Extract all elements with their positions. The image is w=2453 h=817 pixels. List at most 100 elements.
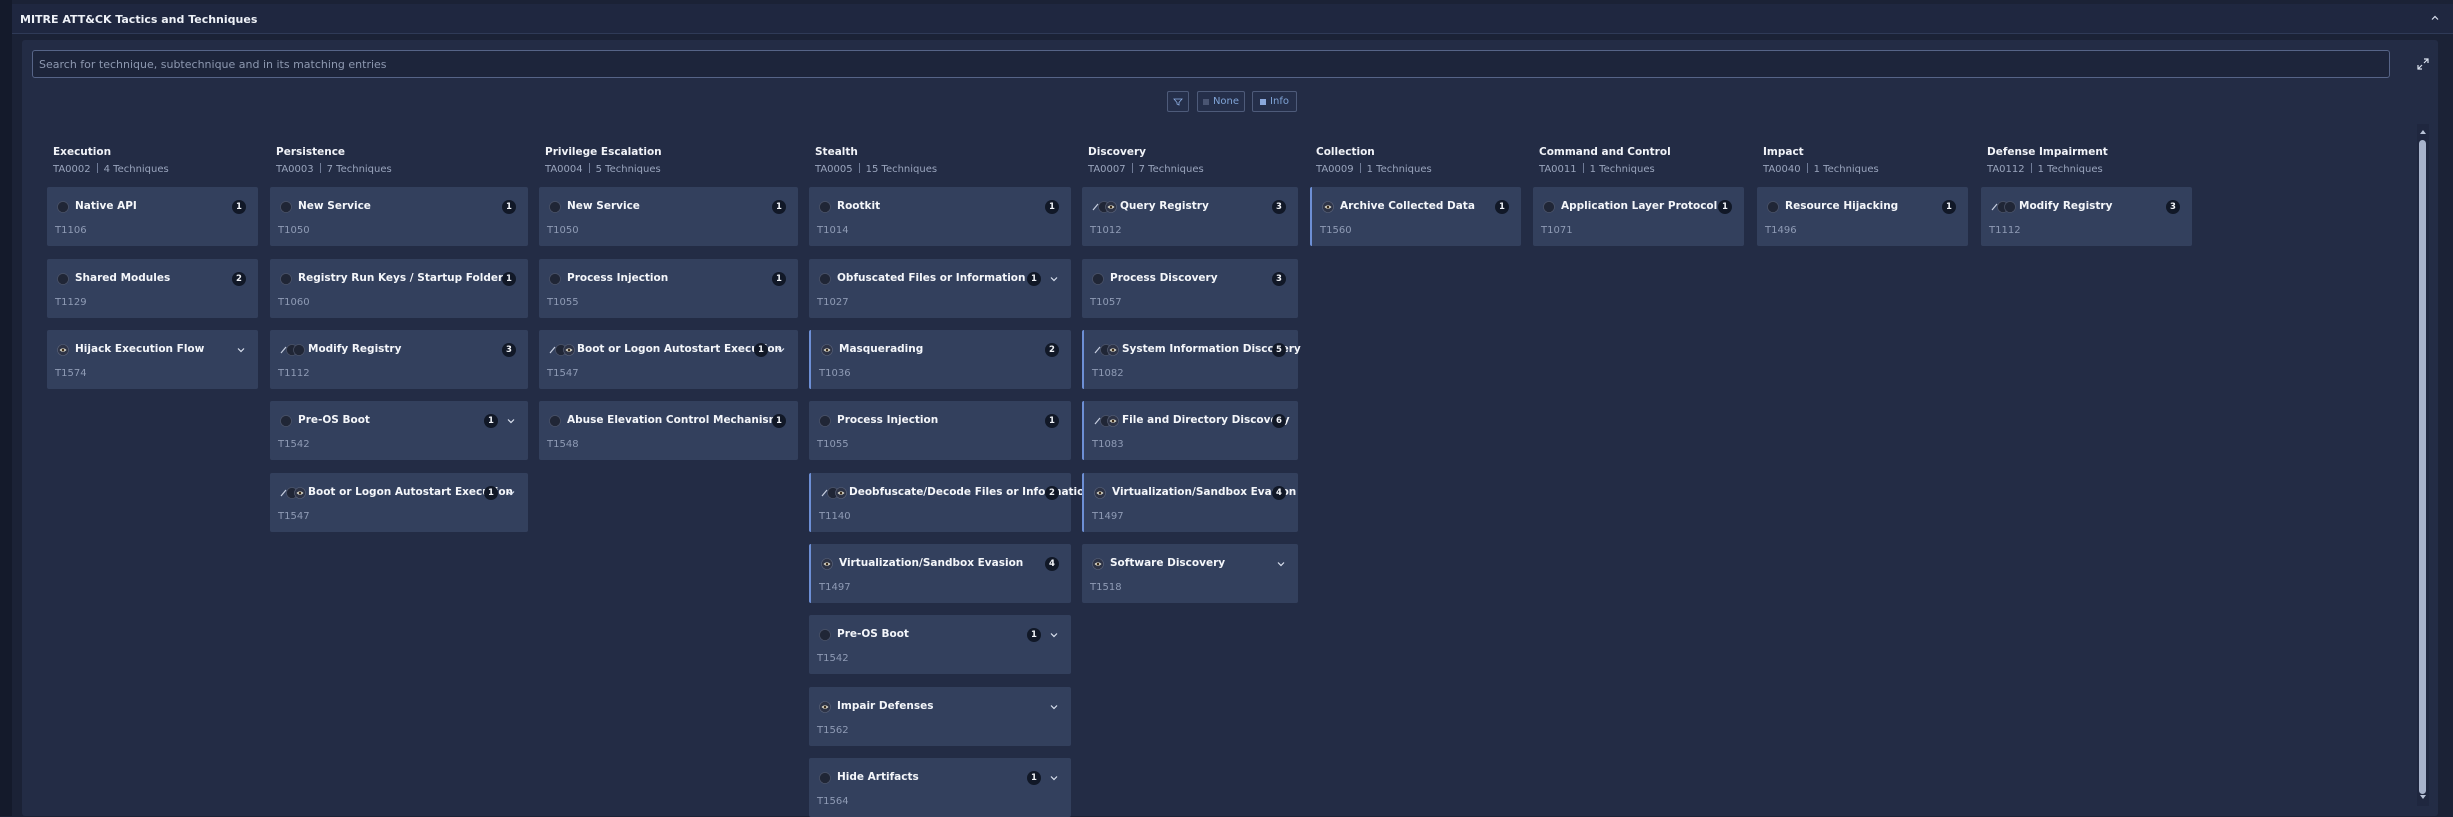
none-filter-button[interactable]: None xyxy=(1197,91,1245,112)
tactic-name: Impact xyxy=(1763,146,1804,158)
technique-name: Virtualization/Sandbox Evasion xyxy=(1112,486,1297,498)
tactic-name: Collection xyxy=(1316,146,1375,158)
technique-status-icons xyxy=(1322,201,1334,213)
technique-name: Boot or Logon Autostart Execution xyxy=(308,486,514,498)
scroll-down-arrow-icon[interactable] xyxy=(2419,793,2427,801)
eye-icon xyxy=(294,487,306,499)
match-count-badge: 2 xyxy=(232,272,246,286)
technique-id: T1547 xyxy=(278,511,310,522)
technique-card[interactable]: Abuse Elevation Control Mechanism T1548 1 xyxy=(539,401,798,460)
technique-card[interactable]: File and Directory Discovery T1083 6 xyxy=(1082,401,1298,460)
tactic-header: Privilege Escalation TA0004 5 Techniques xyxy=(545,146,662,175)
dot-icon xyxy=(819,201,831,213)
technique-card[interactable]: Pre-OS Boot T1542 1 xyxy=(270,401,528,460)
eye-icon xyxy=(1322,201,1334,213)
technique-card[interactable]: System Information Discovery T1082 5 xyxy=(1082,330,1301,389)
chevron-down-icon[interactable] xyxy=(1049,274,1059,284)
chevron-down-icon[interactable] xyxy=(1049,773,1059,783)
none-filter-label: None xyxy=(1212,96,1240,107)
technique-card[interactable]: Boot or Logon Autostart Execution T1547 1 xyxy=(539,330,798,389)
match-count-badge: 1 xyxy=(772,414,786,428)
chevron-down-icon[interactable] xyxy=(506,416,516,426)
technique-status-icons xyxy=(821,487,847,499)
tactic-header: Impact TA0040 1 Techniques xyxy=(1763,146,1879,175)
tactic-id: TA0005 xyxy=(815,164,853,175)
chevron-down-icon[interactable] xyxy=(506,488,516,498)
technique-card[interactable]: New Service T1050 1 xyxy=(270,187,528,246)
eye-icon xyxy=(819,701,831,713)
technique-id: T1083 xyxy=(1092,439,1124,450)
match-count-badge: 4 xyxy=(1045,557,1059,571)
dot-icon xyxy=(819,415,831,427)
technique-id: T1055 xyxy=(817,439,849,450)
tactic-id: TA0040 xyxy=(1763,164,1801,175)
chevron-up-icon[interactable] xyxy=(2429,12,2441,24)
technique-card[interactable]: Rootkit T1014 1 xyxy=(809,187,1071,246)
technique-card[interactable]: Impair Defenses T1562 xyxy=(809,687,1071,746)
technique-status-icons xyxy=(280,487,306,499)
tactic-header: Stealth TA0005 15 Techniques xyxy=(815,146,937,175)
tactic-id: TA0112 xyxy=(1987,164,2025,175)
technique-name: Process Injection xyxy=(837,414,939,426)
technique-card[interactable]: Query Registry T1012 3 xyxy=(1082,187,1298,246)
technique-card[interactable]: Process Discovery T1057 3 xyxy=(1082,259,1298,318)
technique-card[interactable]: Pre-OS Boot T1542 1 xyxy=(809,615,1071,674)
technique-card[interactable]: Virtualization/Sandbox Evasion T1497 4 xyxy=(1082,473,1298,532)
technique-id: T1055 xyxy=(547,297,579,308)
technique-card[interactable]: Obfuscated Files or Information T1027 1 xyxy=(809,259,1071,318)
technique-name: Pre-OS Boot xyxy=(837,628,909,640)
technique-card[interactable]: Native API T1106 1 xyxy=(47,187,258,246)
technique-card[interactable]: Registry Run Keys / Startup Folder T1060 1 xyxy=(270,259,528,318)
fullscreen-icon[interactable] xyxy=(2415,56,2431,72)
scroll-thumb[interactable] xyxy=(2419,140,2426,794)
technique-card[interactable]: Modify Registry T1112 3 xyxy=(270,330,528,389)
filter-button[interactable] xyxy=(1167,91,1189,112)
technique-card[interactable]: Virtualization/Sandbox Evasion T1497 4 xyxy=(809,544,1071,603)
technique-card[interactable]: Resource Hijacking T1496 1 xyxy=(1757,187,1968,246)
technique-name: Impair Defenses xyxy=(837,700,934,712)
technique-card[interactable]: Software Discovery T1518 xyxy=(1082,544,1298,603)
technique-name: Obfuscated Files or Information xyxy=(837,272,1026,284)
technique-card[interactable]: Process Injection T1055 1 xyxy=(539,259,798,318)
technique-card[interactable]: Shared Modules T1129 2 xyxy=(47,259,258,318)
technique-card[interactable]: Deobfuscate/Decode Files or Information T… xyxy=(809,473,1092,532)
technique-card[interactable]: Application Layer Protocol T1071 1 xyxy=(1533,187,1744,246)
tactic-name: Stealth xyxy=(815,146,858,158)
chevron-down-icon[interactable] xyxy=(236,345,246,355)
technique-card[interactable]: Process Injection T1055 1 xyxy=(809,401,1071,460)
technique-name: Native API xyxy=(75,200,137,212)
technique-card[interactable]: New Service T1050 1 xyxy=(539,187,798,246)
info-filter-button[interactable]: Info xyxy=(1252,91,1297,112)
match-count-badge: 1 xyxy=(232,200,246,214)
technique-status-icons xyxy=(819,201,831,213)
technique-status-icons xyxy=(819,701,831,713)
match-count-badge: 3 xyxy=(502,343,516,357)
technique-id: T1497 xyxy=(819,582,851,593)
technique-card[interactable]: Boot or Logon Autostart Execution T1547 1 xyxy=(270,473,528,532)
technique-status-icons xyxy=(821,558,833,570)
technique-status-icons xyxy=(1092,273,1104,285)
technique-card[interactable]: Archive Collected Data T1560 1 xyxy=(1310,187,1521,246)
technique-card[interactable]: Hide Artifacts T1564 1 xyxy=(809,758,1071,817)
technique-card[interactable]: Hijack Execution Flow T1574 xyxy=(47,330,258,389)
technique-id: T1547 xyxy=(547,368,579,379)
technique-card[interactable]: Masquerading T1036 2 xyxy=(809,330,1071,389)
chevron-down-icon[interactable] xyxy=(1049,630,1059,640)
technique-count: 1 Techniques xyxy=(1366,164,1432,175)
technique-id: T1036 xyxy=(819,368,851,379)
scroll-up-arrow-icon[interactable] xyxy=(2419,128,2427,136)
chevron-down-icon[interactable] xyxy=(1276,559,1286,569)
technique-id: T1542 xyxy=(278,439,310,450)
technique-id: T1112 xyxy=(1989,225,2021,236)
dot-icon xyxy=(57,201,69,213)
technique-card[interactable]: Modify Registry T1112 3 xyxy=(1981,187,2192,246)
chevron-down-icon[interactable] xyxy=(776,345,786,355)
technique-status-icons xyxy=(821,344,833,356)
technique-status-icons xyxy=(1767,201,1779,213)
meta-separator xyxy=(319,163,321,173)
match-count-badge: 2 xyxy=(1045,343,1059,357)
meta-separator xyxy=(1359,163,1361,173)
chevron-down-icon[interactable] xyxy=(1049,702,1059,712)
match-count-badge: 3 xyxy=(1272,200,1286,214)
search-input[interactable] xyxy=(32,50,2390,78)
